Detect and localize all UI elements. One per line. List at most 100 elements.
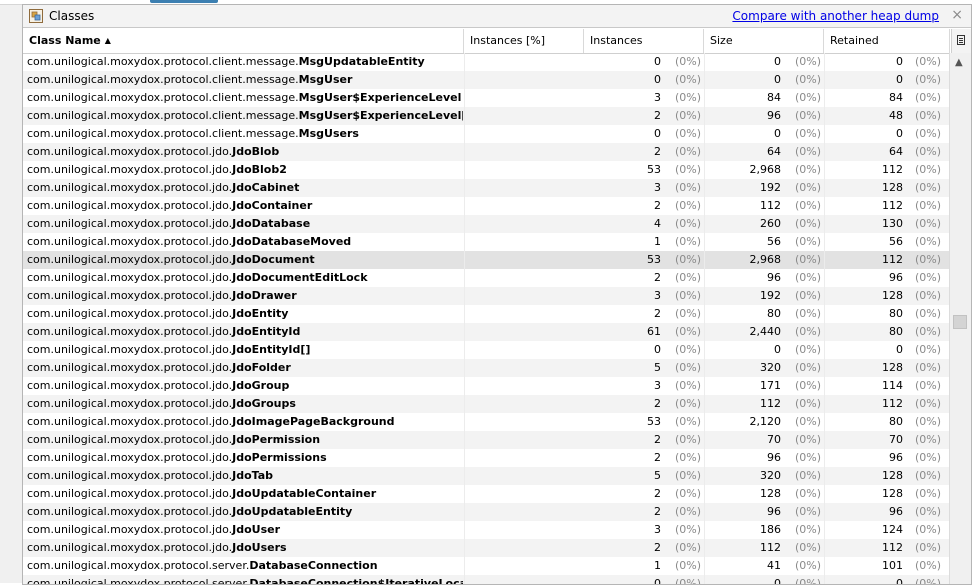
size-percent: (0%) bbox=[794, 343, 821, 356]
instances-percent: (0%) bbox=[674, 433, 701, 446]
table-row[interactable]: com.unilogical.moxydox.protocol.jdo.JdoD… bbox=[23, 215, 949, 233]
table-row[interactable]: com.unilogical.moxydox.protocol.jdo.JdoU… bbox=[23, 521, 949, 539]
size-percent: (0%) bbox=[794, 235, 821, 248]
column-header-class-name[interactable]: Class Name ▲ bbox=[23, 29, 464, 53]
table-row[interactable]: com.unilogical.moxydox.protocol.jdo.JdoP… bbox=[23, 431, 949, 449]
table-row[interactable]: com.unilogical.moxydox.protocol.jdo.JdoD… bbox=[23, 287, 949, 305]
compare-heap-dump-link[interactable]: Compare with another heap dump bbox=[732, 9, 939, 23]
size-value: 80 bbox=[767, 307, 781, 320]
close-icon[interactable]: × bbox=[951, 7, 963, 23]
instances-percent-cell bbox=[464, 413, 584, 431]
class-name-cell: com.unilogical.moxydox.protocol.server.D… bbox=[27, 557, 463, 575]
table-row[interactable]: com.unilogical.moxydox.protocol.jdo.JdoU… bbox=[23, 539, 949, 557]
table-row[interactable]: com.unilogical.moxydox.protocol.jdo.JdoF… bbox=[23, 359, 949, 377]
table-row[interactable]: com.unilogical.moxydox.protocol.jdo.JdoE… bbox=[23, 305, 949, 323]
size-percent: (0%) bbox=[794, 325, 821, 338]
instances-percent-cell bbox=[464, 503, 584, 521]
table-row[interactable]: com.unilogical.moxydox.protocol.jdo.JdoE… bbox=[23, 341, 949, 359]
column-header-instances[interactable]: Instances bbox=[584, 29, 704, 53]
class-package: com.unilogical.moxydox.protocol.jdo. bbox=[27, 181, 233, 194]
table-row[interactable]: com.unilogical.moxydox.protocol.client.m… bbox=[23, 125, 949, 143]
vertical-scrollbar[interactable]: ▲ bbox=[949, 53, 971, 584]
table-row[interactable]: com.unilogical.moxydox.protocol.jdo.JdoD… bbox=[23, 251, 949, 269]
table-row[interactable]: com.unilogical.moxydox.protocol.jdo.JdoE… bbox=[23, 323, 949, 341]
retained-value: 114 bbox=[882, 379, 903, 392]
table-row[interactable]: com.unilogical.moxydox.protocol.jdo.JdoU… bbox=[23, 503, 949, 521]
instances-count: 2 bbox=[654, 487, 661, 500]
table-row[interactable]: com.unilogical.moxydox.protocol.jdo.JdoG… bbox=[23, 377, 949, 395]
table-row[interactable]: com.unilogical.moxydox.protocol.jdo.JdoP… bbox=[23, 449, 949, 467]
class-name-cell: com.unilogical.moxydox.protocol.jdo.JdoC… bbox=[27, 179, 463, 197]
table-row[interactable]: com.unilogical.moxydox.protocol.jdo.JdoD… bbox=[23, 233, 949, 251]
scrollbar-thumb[interactable] bbox=[953, 315, 967, 329]
size-percent: (0%) bbox=[794, 271, 821, 284]
table-row[interactable]: com.unilogical.moxydox.protocol.jdo.JdoC… bbox=[23, 179, 949, 197]
table-row[interactable]: com.unilogical.moxydox.protocol.client.m… bbox=[23, 107, 949, 125]
size-value: 0 bbox=[774, 73, 781, 86]
class-package: com.unilogical.moxydox.protocol.jdo. bbox=[27, 397, 233, 410]
retained-value: 80 bbox=[889, 415, 903, 428]
class-simple-name: JdoBlob bbox=[232, 145, 280, 158]
sort-ascending-icon: ▲ bbox=[104, 36, 111, 45]
table-row[interactable]: com.unilogical.moxydox.protocol.jdo.JdoB… bbox=[23, 161, 949, 179]
instances-count: 2 bbox=[654, 307, 661, 320]
table-row[interactable]: com.unilogical.moxydox.protocol.jdo.JdoB… bbox=[23, 143, 949, 161]
class-name-cell: com.unilogical.moxydox.protocol.jdo.JdoE… bbox=[27, 341, 463, 359]
size-value: 96 bbox=[767, 271, 781, 284]
table-row[interactable]: com.unilogical.moxydox.protocol.jdo.JdoT… bbox=[23, 467, 949, 485]
instances-percent-cell bbox=[464, 395, 584, 413]
instances-percent: (0%) bbox=[674, 109, 701, 122]
table-row[interactable]: com.unilogical.moxydox.protocol.jdo.JdoI… bbox=[23, 413, 949, 431]
column-chooser-icon[interactable] bbox=[951, 29, 971, 53]
table-row[interactable]: com.unilogical.moxydox.protocol.server.D… bbox=[23, 557, 949, 575]
class-name-cell: com.unilogical.moxydox.protocol.jdo.JdoP… bbox=[27, 449, 463, 467]
retained-percent: (0%) bbox=[914, 181, 941, 194]
retained-value: 96 bbox=[889, 505, 903, 518]
instances-percent: (0%) bbox=[674, 145, 701, 158]
retained-value: 128 bbox=[882, 289, 903, 302]
table-row[interactable]: com.unilogical.moxydox.protocol.client.m… bbox=[23, 89, 949, 107]
instances-percent-cell bbox=[464, 305, 584, 323]
column-header-instances-percent[interactable]: Instances [%] bbox=[464, 29, 584, 53]
retained-value: 70 bbox=[889, 433, 903, 446]
column-header-retained[interactable]: Retained bbox=[824, 29, 950, 53]
instances-count: 0 bbox=[654, 127, 661, 140]
class-simple-name: JdoEntity bbox=[232, 307, 289, 320]
class-simple-name: MsgUser$ExperienceLevel bbox=[298, 91, 462, 104]
instances-percent: (0%) bbox=[674, 343, 701, 356]
size-value: 0 bbox=[774, 55, 781, 68]
class-package: com.unilogical.moxydox.protocol.jdo. bbox=[27, 235, 233, 248]
instances-percent: (0%) bbox=[674, 253, 701, 266]
table-row[interactable]: com.unilogical.moxydox.protocol.jdo.JdoD… bbox=[23, 269, 949, 287]
class-package: com.unilogical.moxydox.protocol.jdo. bbox=[27, 415, 233, 428]
size-value: 41 bbox=[767, 559, 781, 572]
classes-panel: Classes Compare with another heap dump ×… bbox=[22, 4, 972, 585]
class-package: com.unilogical.moxydox.protocol.jdo. bbox=[27, 343, 233, 356]
scroll-up-icon[interactable]: ▲ bbox=[955, 57, 963, 68]
table-row[interactable]: com.unilogical.moxydox.protocol.jdo.JdoG… bbox=[23, 395, 949, 413]
retained-percent: (0%) bbox=[914, 451, 941, 464]
class-name-cell: com.unilogical.moxydox.protocol.jdo.JdoE… bbox=[27, 305, 463, 323]
size-percent: (0%) bbox=[794, 199, 821, 212]
table-row[interactable]: com.unilogical.moxydox.protocol.client.m… bbox=[23, 53, 949, 71]
size-value: 84 bbox=[767, 91, 781, 104]
class-package: com.unilogical.moxydox.protocol.jdo. bbox=[27, 307, 233, 320]
instances-count: 1 bbox=[654, 235, 661, 248]
table-row[interactable]: com.unilogical.moxydox.protocol.jdo.JdoC… bbox=[23, 197, 949, 215]
class-package: com.unilogical.moxydox.protocol.jdo. bbox=[27, 289, 233, 302]
retained-value: 112 bbox=[882, 253, 903, 266]
table-row[interactable]: com.unilogical.moxydox.protocol.jdo.JdoU… bbox=[23, 485, 949, 503]
retained-value: 128 bbox=[882, 487, 903, 500]
class-package: com.unilogical.moxydox.protocol.jdo. bbox=[27, 253, 233, 266]
instances-percent-cell bbox=[464, 161, 584, 179]
class-package: com.unilogical.moxydox.protocol.client.m… bbox=[27, 73, 299, 86]
instances-percent: (0%) bbox=[674, 505, 701, 518]
table-row[interactable]: com.unilogical.moxydox.protocol.client.m… bbox=[23, 71, 949, 89]
size-value: 192 bbox=[760, 289, 781, 302]
column-header-size[interactable]: Size bbox=[704, 29, 824, 53]
class-package: com.unilogical.moxydox.protocol.client.m… bbox=[27, 127, 299, 140]
active-tab-indicator[interactable] bbox=[150, 0, 218, 3]
instances-percent-cell bbox=[464, 323, 584, 341]
retained-value: 124 bbox=[882, 523, 903, 536]
instances-count: 2 bbox=[654, 541, 661, 554]
